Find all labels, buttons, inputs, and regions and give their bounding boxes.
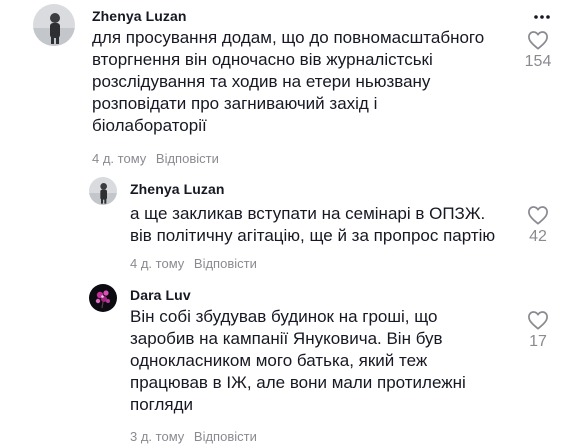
avatar-photo-icon bbox=[89, 284, 117, 312]
comment-time: 4 д. тому bbox=[130, 256, 185, 271]
comment-text-line: вторгнення він одночасно вів журналістсь… bbox=[92, 50, 433, 69]
heart-outline-icon bbox=[528, 206, 548, 225]
comment-text-line: однокласником мого батька, який теж bbox=[130, 351, 428, 370]
like-count: 17 bbox=[529, 333, 547, 350]
reply-button[interactable]: Відповісти bbox=[194, 256, 257, 271]
comment-text-line: вів політичну агітацію, ще й за пропрос … bbox=[130, 226, 496, 245]
comment-meta: 4 д. тому Відповісти bbox=[92, 151, 219, 166]
avatar-photo-icon bbox=[33, 4, 75, 46]
comment-text: а ще закликав вступати на семінарі в ОПЗ… bbox=[130, 203, 495, 247]
comment-time: 3 д. тому bbox=[130, 429, 185, 444]
comment-text-line: розповідати про загниваючий захід і bbox=[92, 94, 378, 113]
comment-meta: 4 д. тому Відповісти bbox=[130, 256, 257, 271]
avatar[interactable] bbox=[33, 4, 75, 46]
heart-outline-icon bbox=[528, 31, 548, 50]
comment-text: для просування додам, що до повномасштаб… bbox=[92, 27, 484, 137]
comment-text: Він собі збудував будинок на гроші, що з… bbox=[130, 306, 466, 416]
avatar-photo-icon bbox=[89, 177, 117, 205]
like-button[interactable]: 154 bbox=[520, 30, 556, 71]
like-button[interactable]: 42 bbox=[520, 205, 556, 246]
comment-text-line: розслідування та ходив на етери ньюзвану bbox=[92, 72, 431, 91]
more-dots-icon[interactable] bbox=[532, 7, 552, 27]
like-count: 154 bbox=[524, 53, 552, 70]
comment-text-line: заробив на кампанії Януковича. Він був bbox=[130, 329, 443, 348]
comment-text-line: погляди bbox=[130, 395, 194, 414]
reply-button[interactable]: Відповісти bbox=[194, 429, 257, 444]
comment-time: 4 д. тому bbox=[92, 151, 147, 166]
comment-meta: 3 д. тому Відповісти bbox=[130, 429, 257, 444]
comment-text-line: біолабораторії bbox=[92, 116, 207, 135]
comment-username[interactable]: Zhenya Luzan bbox=[130, 181, 225, 197]
avatar[interactable] bbox=[89, 284, 117, 312]
avatar[interactable] bbox=[89, 177, 117, 205]
comment-text-line: для просування додам, що до повномасштаб… bbox=[92, 28, 485, 47]
comment-text-line: працював в ІЖ, але вони мали протилежні bbox=[130, 373, 466, 392]
comment-reply-item: Dara Luv Він собі збудував будинок на гр… bbox=[0, 280, 584, 444]
comment-text-line: Він собі збудував будинок на гроші, що bbox=[130, 307, 438, 326]
reply-button[interactable]: Відповісти bbox=[156, 151, 219, 166]
comment-username[interactable]: Dara Luv bbox=[130, 287, 191, 303]
comment-text-line: а ще закликав вступати на семінарі в ОПЗ… bbox=[130, 204, 486, 223]
comment-reply-item: Zhenya Luzan а ще закликав вступати на с… bbox=[0, 170, 584, 280]
like-button[interactable]: 17 bbox=[520, 310, 556, 351]
like-count: 42 bbox=[529, 228, 547, 245]
comment-item: Zhenya Luzan для просування додам, що до… bbox=[0, 0, 584, 170]
heart-outline-icon bbox=[528, 311, 548, 330]
comment-username[interactable]: Zhenya Luzan bbox=[92, 8, 187, 24]
